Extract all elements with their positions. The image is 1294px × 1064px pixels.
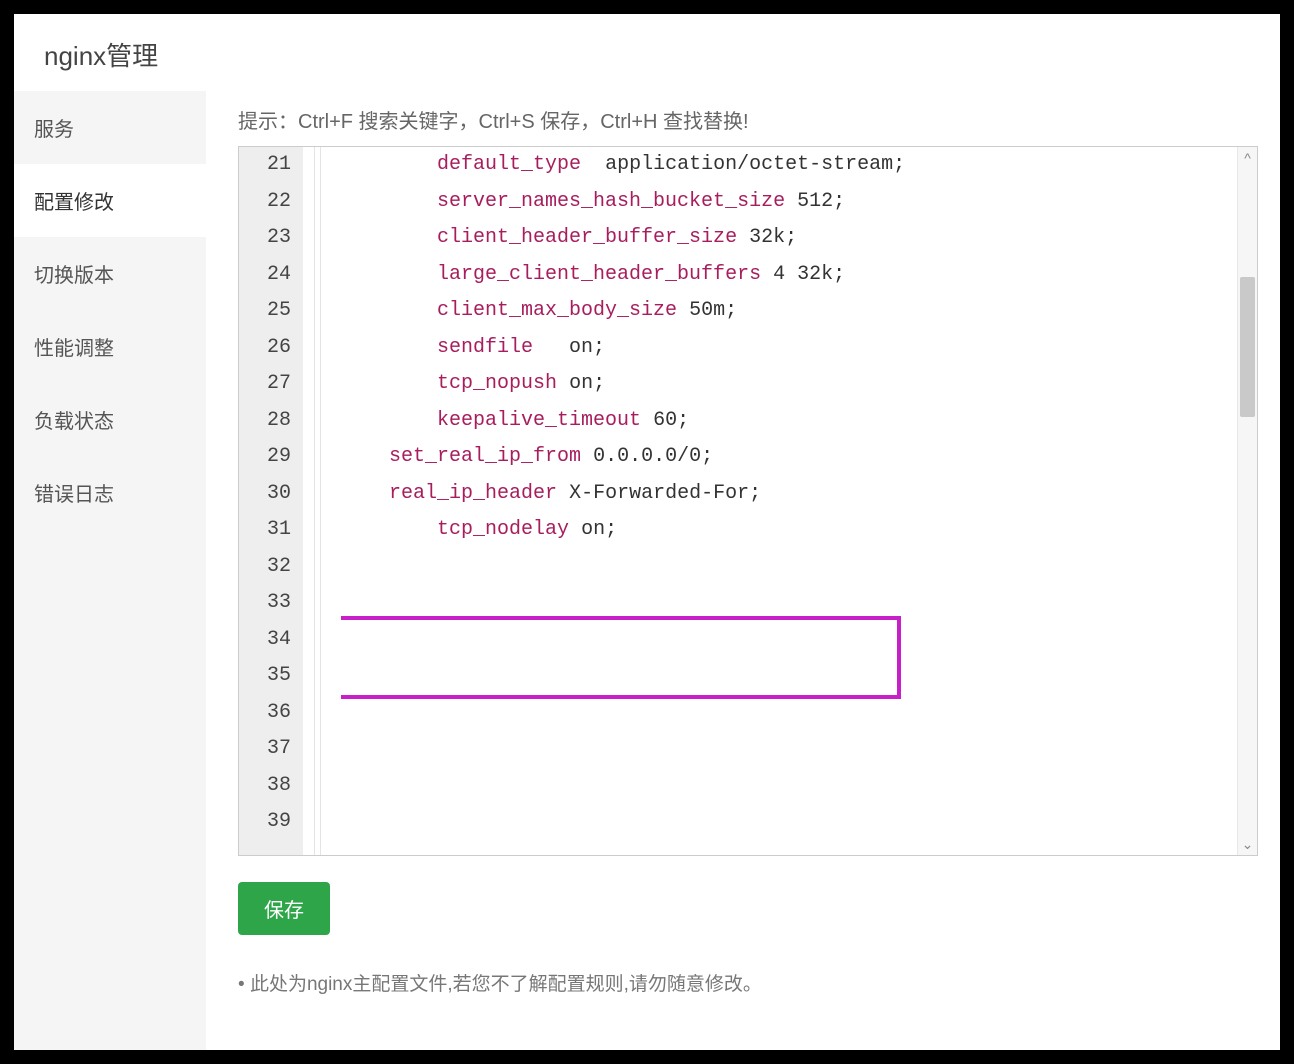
save-button[interactable]: 保存 <box>238 882 330 935</box>
scroll-thumb[interactable] <box>1240 277 1255 417</box>
line-number: 26 <box>239 330 291 367</box>
line-gutter: 21222324252627282930313233343536373839 <box>239 147 303 855</box>
line-number: 38 <box>239 768 291 805</box>
code-line[interactable]: sendfile on; <box>341 330 1237 367</box>
vertical-scrollbar[interactable]: ^ ⌄ <box>1237 147 1257 855</box>
sidebar-item-4[interactable]: 负载状态 <box>14 383 206 456</box>
code-line[interactable]: server_names_hash_bucket_size 512; <box>341 184 1237 221</box>
line-number: 27 <box>239 366 291 403</box>
line-number: 21 <box>239 147 291 184</box>
footer-note: 此处为nginx主配置文件,若您不了解配置规则,请勿随意修改。 <box>238 969 1258 996</box>
code-area[interactable]: default_type application/octet-stream; s… <box>341 147 1237 855</box>
line-number: 29 <box>239 439 291 476</box>
page-title: nginx管理 <box>14 14 1280 91</box>
line-number: 37 <box>239 731 291 768</box>
scroll-up-icon[interactable]: ^ <box>1238 147 1257 169</box>
scroll-down-icon[interactable]: ⌄ <box>1238 833 1257 855</box>
line-number: 33 <box>239 585 291 622</box>
fold-strip <box>303 147 341 855</box>
line-number: 35 <box>239 658 291 695</box>
line-number: 30 <box>239 476 291 513</box>
code-line[interactable]: set_real_ip_from 0.0.0.0/0; <box>341 439 1237 476</box>
code-line[interactable]: tcp_nodelay on; <box>341 512 1237 549</box>
sidebar: 服务配置修改切换版本性能调整负载状态错误日志 <box>14 91 206 1050</box>
line-number: 31 <box>239 512 291 549</box>
line-number: 23 <box>239 220 291 257</box>
code-line[interactable]: default_type application/octet-stream; <box>341 147 1237 184</box>
code-line[interactable]: tcp_nopush on; <box>341 366 1237 403</box>
sidebar-item-5[interactable]: 错误日志 <box>14 456 206 529</box>
sidebar-item-1[interactable]: 配置修改 <box>14 164 206 237</box>
sidebar-item-2[interactable]: 切换版本 <box>14 237 206 310</box>
code-line[interactable]: real_ip_header X-Forwarded-For; <box>341 476 1237 513</box>
sidebar-item-3[interactable]: 性能调整 <box>14 310 206 383</box>
highlight-box <box>341 616 901 699</box>
main-panel: 提示：Ctrl+F 搜索关键字，Ctrl+S 保存，Ctrl+H 查找替换! 2… <box>206 91 1280 1050</box>
code-line[interactable]: client_header_buffer_size 32k; <box>341 220 1237 257</box>
config-editor[interactable]: 21222324252627282930313233343536373839 d… <box>238 146 1258 856</box>
code-line[interactable]: keepalive_timeout 60; <box>341 403 1237 440</box>
line-number: 36 <box>239 695 291 732</box>
sidebar-item-0[interactable]: 服务 <box>14 91 206 164</box>
editor-hint: 提示：Ctrl+F 搜索关键字，Ctrl+S 保存，Ctrl+H 查找替换! <box>238 105 1258 134</box>
code-line[interactable]: client_max_body_size 50m; <box>341 293 1237 330</box>
line-number: 22 <box>239 184 291 221</box>
line-number: 28 <box>239 403 291 440</box>
code-line[interactable]: large_client_header_buffers 4 32k; <box>341 257 1237 294</box>
line-number: 25 <box>239 293 291 330</box>
line-number: 39 <box>239 804 291 841</box>
line-number: 34 <box>239 622 291 659</box>
line-number: 32 <box>239 549 291 586</box>
line-number: 24 <box>239 257 291 294</box>
nginx-admin-window: nginx管理 服务配置修改切换版本性能调整负载状态错误日志 提示：Ctrl+F… <box>14 14 1280 1050</box>
